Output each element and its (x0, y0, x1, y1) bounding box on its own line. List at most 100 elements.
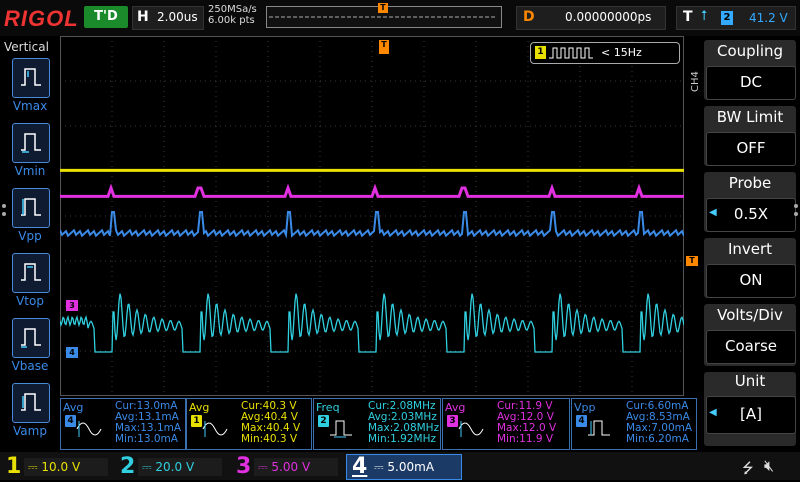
measurement-1[interactable]: Avg 4 Cur:13.0mA Avg:13.1mA Max:13.1mA M… (60, 398, 186, 450)
speaker-muted-icon[interactable]: 🔇︎ (764, 456, 774, 476)
measurement-min: Min:11.9 V (497, 433, 554, 445)
usb-icon: ⭍ (742, 461, 754, 477)
sample-info: 250MSa/s 6.00k pts (208, 4, 257, 26)
measurement-name: Freq (316, 401, 340, 414)
trigger-box[interactable]: T ⭡ 2 41.2 V (676, 6, 796, 30)
measurement-name: Avg (189, 401, 210, 414)
vbase-icon (21, 328, 41, 348)
ch4-offset-marker[interactable]: 4 (66, 347, 78, 358)
vamp-icon (21, 393, 41, 411)
unit-value: [A] (740, 405, 762, 423)
ch3-scale-value: 5.00 V (271, 460, 311, 474)
invert-value-box[interactable]: ON (706, 264, 796, 298)
dc-coupling-icon: ⎓ (258, 460, 268, 474)
pulse-train-icon (549, 47, 593, 59)
frequency-icon (330, 420, 352, 438)
graticule (60, 36, 684, 396)
trigger-source-badge: 2 (721, 11, 733, 25)
measurement-5[interactable]: Vpp 4 Cur:6.60mA Avg:8.53mA Max:7.00mA M… (571, 398, 697, 450)
vtop-label: Vtop (16, 294, 44, 308)
ch4-scale[interactable]: ⎓ 5.00mA (370, 458, 454, 476)
coupling-title: Coupling (716, 42, 784, 60)
ch1-number[interactable]: 1 (6, 454, 21, 479)
ch2-number[interactable]: 2 (120, 454, 135, 479)
coupling-value-box[interactable]: DC (706, 66, 796, 100)
unit-title: Unit (734, 372, 766, 390)
invert-value: ON (739, 271, 763, 289)
volts-div-value: Coarse (724, 337, 778, 355)
vtop-button[interactable] (12, 253, 50, 293)
trigger-status-badge: T'D (84, 6, 128, 28)
trigger-level: 41.2 V (749, 11, 788, 25)
scroll-dot (794, 212, 798, 216)
vmin-label: Vmin (14, 164, 46, 178)
measurement-2[interactable]: Avg 1 Cur:40.3 V Avg:40.4 V Max:40.4 V M… (186, 398, 312, 450)
vbase-label: Vbase (11, 359, 49, 373)
measurement-min: Min:6.20mA (626, 433, 689, 445)
volts-div-value-box[interactable]: Coarse (706, 330, 796, 364)
vpp-icon (588, 420, 610, 436)
measurement-min: Min:40.3 V (241, 433, 298, 445)
measurement-4[interactable]: Avg 3 Cur:11.9 V Avg:12.0 V Max:12.0 V M… (442, 398, 570, 450)
ch2-waveform (60, 293, 684, 353)
average-icon (202, 421, 228, 437)
ch3-waveform (60, 183, 684, 198)
rising-edge-icon: ⭡ (701, 8, 708, 24)
ch4-number[interactable]: 4 (352, 454, 367, 479)
counter-source-badge: 1 (535, 46, 546, 59)
ch4-scale-value: 5.00mA (387, 460, 435, 474)
dc-coupling-icon: ⎓ (142, 460, 152, 474)
dc-coupling-icon: ⎓ (28, 460, 38, 474)
waveform-overview (269, 16, 497, 18)
scroll-dot (2, 212, 6, 216)
coupling-value: DC (739, 73, 763, 91)
volts-div-title: Volts/Div (717, 306, 783, 324)
bw-limit-title: BW Limit (716, 108, 784, 126)
trigger-time-marker[interactable]: T (379, 40, 389, 54)
measurement-name: Avg (445, 401, 466, 414)
ch3-number[interactable]: 3 (236, 454, 251, 479)
horizontal-timebase[interactable]: H 2.00us (132, 6, 204, 30)
probe-value-box[interactable]: ◀ 0.5X (706, 198, 796, 232)
vmax-button[interactable] (12, 58, 50, 98)
measurement-3[interactable]: Freq 2 Cur:2.08MHz Avg:2.03MHz Max:2.08M… (313, 398, 441, 450)
ch3-scale[interactable]: ⎓ 5.00 V (254, 458, 338, 476)
delay-value: 0.00000000ps (565, 10, 652, 24)
dc-coupling-icon: ⎓ (374, 460, 384, 474)
vmax-icon (21, 68, 41, 86)
memory-depth: 6.00k pts (208, 15, 255, 26)
brand-logo: RIGOL (4, 6, 79, 31)
vamp-button[interactable] (12, 383, 50, 423)
invert-title: Invert (727, 240, 773, 258)
trigger-level-marker[interactable]: T (686, 256, 698, 266)
measurement-name: Vpp (574, 401, 596, 414)
probe-value: 0.5X (733, 205, 769, 223)
vmin-icon (21, 133, 41, 153)
frequency-counter: 1 < 15Hz (530, 42, 680, 64)
timebase-value: 2.00us (157, 10, 198, 24)
menu-channel-label: CH4 (690, 71, 701, 92)
bw-limit-value: OFF (736, 139, 766, 157)
vtop-icon (21, 263, 41, 281)
ch2-scale-value: 20.0 V (155, 460, 195, 474)
scroll-dot (794, 204, 798, 208)
waveform-display[interactable] (60, 36, 684, 396)
probe-title: Probe (728, 174, 772, 192)
delay-box[interactable]: D 0.00000000ps (516, 6, 666, 30)
ch3-offset-marker[interactable]: 3 (66, 300, 78, 311)
trigger-position-marker: T (378, 3, 388, 13)
unit-value-box[interactable]: ◀ [A] (706, 396, 796, 434)
vpp-label: Vpp (18, 229, 42, 243)
scroll-dot (2, 204, 6, 208)
average-icon (76, 421, 102, 437)
vbase-button[interactable] (12, 318, 50, 358)
ch2-scale[interactable]: ⎓ 20.0 V (138, 458, 222, 476)
vpp-icon (21, 198, 41, 216)
sample-rate: 250MSa/s (208, 4, 257, 15)
vpp-button[interactable] (12, 188, 50, 228)
ch1-scale-value: 10.0 V (41, 460, 81, 474)
bw-limit-value-box[interactable]: OFF (706, 132, 796, 166)
vamp-label: Vamp (13, 424, 47, 438)
ch1-scale[interactable]: ⎓ 10.0 V (24, 458, 108, 476)
vmin-button[interactable] (12, 123, 50, 163)
